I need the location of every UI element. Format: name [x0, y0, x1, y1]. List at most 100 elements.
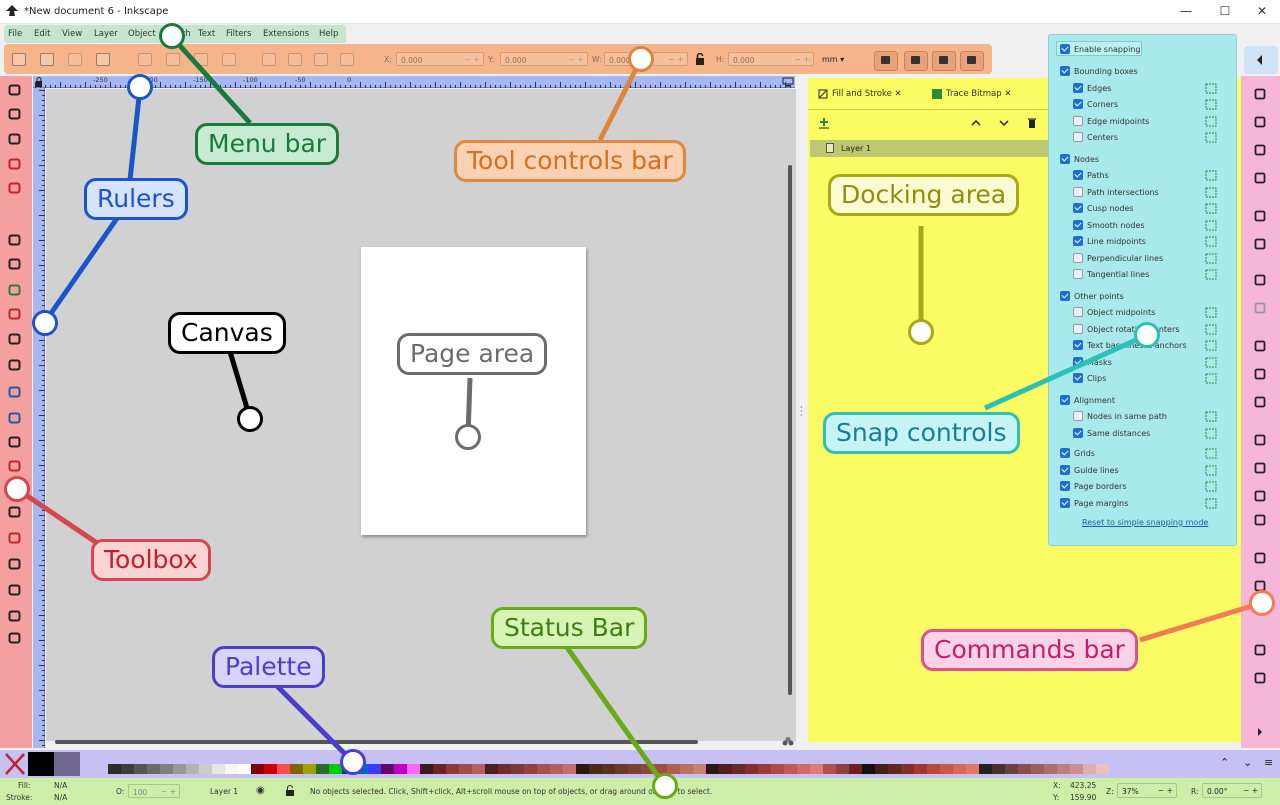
palette-swatch[interactable]	[602, 764, 615, 774]
snap-checkbox[interactable]	[1073, 115, 1083, 126]
ellipse-tool-icon[interactable]	[8, 182, 21, 194]
snap-checkbox[interactable]	[1060, 481, 1070, 491]
palette-swatch[interactable]	[563, 764, 576, 774]
zoom-page-icon[interactable]	[1254, 490, 1266, 502]
snap-checkbox[interactable]	[1073, 236, 1083, 246]
copy-icon[interactable]	[1254, 340, 1266, 352]
raise-icon[interactable]	[288, 53, 302, 66]
palette-swatch[interactable]	[459, 764, 472, 774]
palette-swatch[interactable]	[797, 764, 810, 774]
palette-scroll-up-icon[interactable]: ⌃	[1220, 756, 1229, 769]
palette-swatch[interactable]	[706, 764, 719, 774]
menu-layer[interactable]: Layer	[94, 29, 118, 39]
select-all-layers-icon[interactable]	[40, 53, 54, 66]
paste-icon[interactable]	[1254, 396, 1266, 408]
layer-row[interactable]: Layer 1	[810, 140, 1054, 157]
snap-checkbox[interactable]	[1060, 153, 1070, 164]
palette-swatch[interactable]	[862, 764, 875, 774]
rectangle-tool-icon[interactable]	[8, 158, 21, 170]
lower-icon[interactable]	[314, 53, 328, 66]
export-icon[interactable]	[1254, 238, 1266, 250]
palette-swatch[interactable]	[979, 764, 992, 774]
duplicate-icon[interactable]	[1254, 552, 1266, 564]
print-icon[interactable]	[1254, 172, 1266, 184]
palette-swatch[interactable]	[888, 764, 901, 774]
cut-icon[interactable]	[1254, 368, 1266, 380]
palette-swatch[interactable]	[381, 764, 394, 774]
deselect-icon[interactable]	[68, 53, 82, 66]
select-same-icon[interactable]	[96, 53, 110, 66]
page-area[interactable]	[361, 247, 586, 535]
node-tool-icon[interactable]	[8, 108, 21, 120]
palette-swatch[interactable]	[160, 764, 173, 774]
snap-checkbox[interactable]	[1060, 394, 1070, 405]
palette-swatch[interactable]	[1031, 764, 1044, 774]
menu-edit[interactable]: Edit	[34, 29, 50, 39]
spray-tool-icon[interactable]	[8, 506, 21, 518]
close-tab-icon[interactable]: ✕	[1004, 89, 1011, 99]
no-paint-icon[interactable]	[4, 752, 26, 776]
snap-checkbox[interactable]	[1073, 132, 1083, 142]
palette-scroll-down-icon[interactable]: ⌄	[1243, 756, 1252, 769]
palette-swatch[interactable]	[1096, 764, 1109, 774]
maximize-button[interactable]: ☐	[1215, 4, 1235, 18]
snap-checkbox[interactable]	[1073, 340, 1083, 350]
palette-swatch[interactable]	[485, 764, 498, 774]
box-3d-tool-icon[interactable]	[8, 234, 21, 246]
scale-stroke-icon[interactable]	[874, 51, 898, 71]
save-icon[interactable]	[1254, 144, 1266, 156]
palette-swatch[interactable]	[745, 764, 758, 774]
rotate-cw-icon[interactable]	[166, 53, 180, 66]
palette-swatch[interactable]	[680, 764, 693, 774]
palette-swatch[interactable]	[667, 764, 680, 774]
palette-swatch[interactable]	[732, 764, 745, 774]
menu-text[interactable]: Text	[198, 29, 215, 39]
palette-swatch[interactable]	[1044, 764, 1057, 774]
snap-popover-toggle[interactable]	[1244, 46, 1278, 74]
palette-swatch[interactable]	[875, 764, 888, 774]
zoom-tool-icon[interactable]	[8, 610, 21, 622]
palette-swatch[interactable]	[147, 764, 160, 774]
zoom-width-icon[interactable]	[1254, 514, 1266, 526]
palette-swatch[interactable]	[524, 764, 537, 774]
palette-swatch[interactable]	[134, 764, 147, 774]
menu-view[interactable]: View	[62, 29, 82, 39]
close-tab-icon[interactable]: ✕	[895, 89, 902, 99]
eraser-tool-icon[interactable]	[8, 532, 21, 544]
chevron-down-icon[interactable]	[998, 117, 1010, 129]
palette-swatch[interactable]	[940, 764, 953, 774]
snap-checkbox[interactable]	[1060, 44, 1070, 54]
canvas-options-icon[interactable]	[782, 737, 794, 747]
palette-swatch[interactable]	[927, 764, 940, 774]
menu-extensions[interactable]: Extensions	[263, 29, 309, 39]
x-field[interactable]: 0.000− +	[396, 52, 484, 66]
palette-swatch[interactable]	[550, 764, 563, 774]
palette-swatch[interactable]	[784, 764, 797, 774]
palette-swatch[interactable]	[303, 764, 316, 774]
pages-tool-icon[interactable]	[8, 584, 21, 596]
fill-value[interactable]: N/A	[54, 781, 67, 790]
snap-checkbox[interactable]	[1060, 464, 1070, 475]
minimize-button[interactable]: —	[1176, 4, 1196, 18]
flip-horizontal-icon[interactable]	[194, 53, 208, 66]
palette-swatch[interactable]	[641, 764, 654, 774]
palette-swatch[interactable]	[186, 764, 199, 774]
selector-tool-icon[interactable]	[8, 84, 21, 96]
palette-swatch[interactable]	[199, 764, 212, 774]
dock-splitter[interactable]: · · ·	[797, 76, 807, 748]
layer-lock-icon[interactable]	[285, 785, 295, 796]
palette-swatch[interactable]	[238, 764, 251, 774]
palette-swatch[interactable]	[1083, 764, 1096, 774]
palette-swatch[interactable]	[1057, 764, 1070, 774]
swatch-black[interactable]	[28, 752, 54, 776]
display-mode-icon[interactable]	[782, 77, 794, 87]
palette-swatch[interactable]	[628, 764, 641, 774]
palette-swatch[interactable]	[121, 764, 134, 774]
palette-swatch[interactable]	[1018, 764, 1031, 774]
connector-tool-icon[interactable]	[8, 558, 21, 570]
close-button[interactable]: ✕	[1252, 4, 1272, 18]
menu-filters[interactable]: Filters	[226, 29, 251, 39]
swatch-gray[interactable]	[54, 752, 80, 776]
spiral-tool-icon[interactable]	[8, 258, 21, 270]
select-all-icon[interactable]	[12, 53, 26, 66]
